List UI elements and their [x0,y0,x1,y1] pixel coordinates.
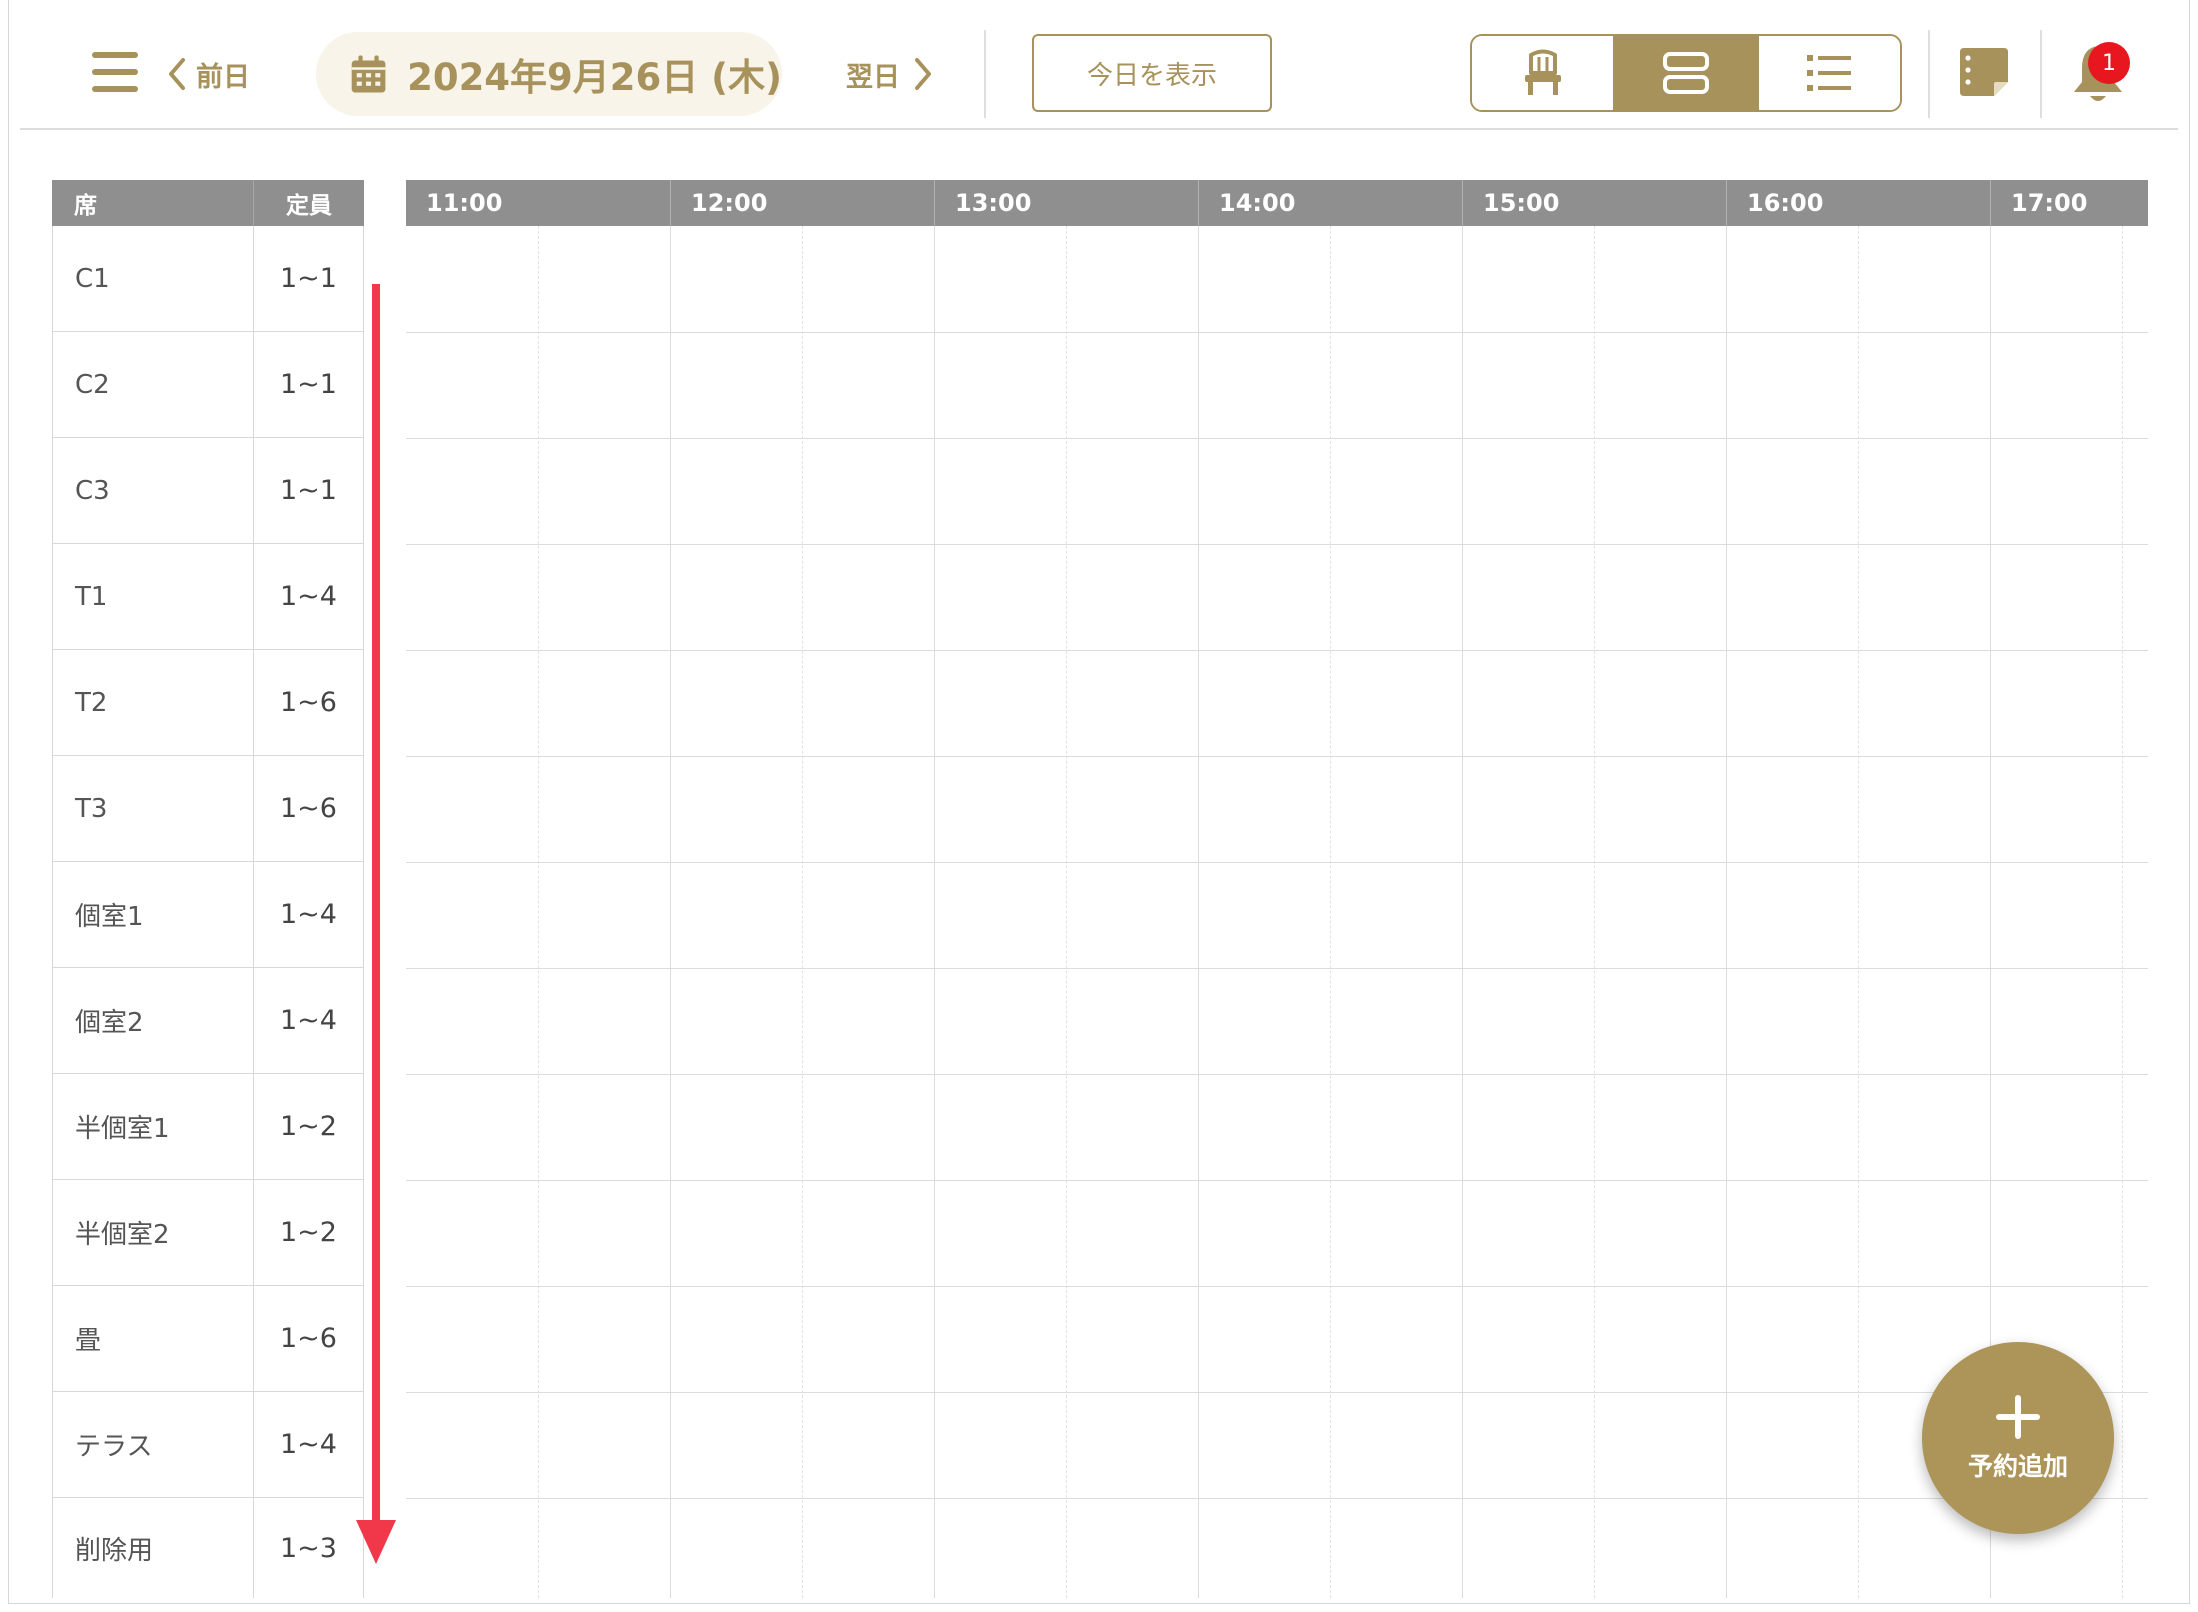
scroll-down-arrow [356,284,396,1564]
prev-day-button[interactable]: 前日 [166,52,250,96]
notification-badge: 1 [2088,42,2130,84]
seat-row[interactable]: 削除用 1~3 [52,1498,364,1598]
seat-row[interactable]: C3 1~1 [52,438,364,544]
seat-row[interactable]: C1 1~1 [52,226,364,332]
chair-icon [1524,49,1561,95]
seat-capacity: 1~4 [254,544,364,649]
seat-rows: C1 1~1 C2 1~1 C3 1~1 T1 1~4 T2 1~6 T3 1~6 個室1 1~4 個室2 1… [52,226,364,1598]
seat-row[interactable]: T1 1~4 [52,544,364,650]
seat-capacity: 1~2 [254,1074,364,1179]
row-gridline [406,650,2148,651]
row-gridline [406,968,2148,969]
seat-name: T1 [52,544,254,649]
seat-name: T2 [52,650,254,755]
timeline-header: 11:00 12:00 13:00 14:00 15:00 16:00 17:00 [406,180,2148,226]
toolbar-divider [1928,30,1930,118]
seat-row[interactable]: 個室2 1~4 [52,968,364,1074]
seat-row[interactable]: テラス 1~4 [52,1392,364,1498]
seat-name: C2 [52,332,254,437]
seat-table: 席 定員 C1 1~1 C2 1~1 C3 1~1 T1 1~4 T2 1~6 T3 1~6 個室1 1~… [52,180,364,1598]
seat-capacity: 1~4 [254,968,364,1073]
row-gridline [406,332,2148,333]
hour-label: 15:00 [1462,180,1726,226]
seat-capacity: 1~1 [254,438,364,543]
menu-icon[interactable] [92,52,138,92]
seat-capacity: 1~1 [254,226,364,331]
seat-capacity: 1~6 [254,1286,364,1391]
hour-label: 13:00 [934,180,1198,226]
seat-view-button[interactable] [1472,36,1614,110]
hour-label: 17:00 [1990,180,2148,226]
seat-name: 個室2 [52,968,254,1073]
current-date: 2024年9月26日 (木) [407,56,782,99]
timeline-icon [1662,52,1709,94]
seat-capacity: 1~4 [254,862,364,967]
seat-row[interactable]: 個室1 1~4 [52,862,364,968]
top-toolbar: 前日 2024年9月26日 (木) 翌日 今日を表示 1 [0,0,2198,130]
row-gridline [406,1286,2148,1287]
show-today-button[interactable]: 今日を表示 [1032,34,1272,112]
add-reservation-button[interactable]: 予約追加 [1922,1342,2114,1534]
hour-label: 11:00 [426,189,503,217]
timeline-view-button[interactable] [1613,36,1757,110]
row-gridline [406,1498,2148,1499]
seat-capacity: 1~6 [254,756,364,861]
seat-row[interactable]: T2 1~6 [52,650,364,756]
calendar-icon [351,55,386,93]
seat-name: T3 [52,756,254,861]
toolbar-divider [2040,30,2042,118]
seat-name: 半個室1 [52,1074,254,1179]
chevron-left-icon [169,58,185,90]
row-gridline [406,438,2148,439]
seat-name: 半個室2 [52,1180,254,1285]
seat-table-header: 席 定員 [52,180,364,226]
memo-icon[interactable] [1956,44,2012,100]
prev-day-label: 前日 [196,61,250,93]
row-gridline [406,544,2148,545]
next-day-label: 翌日 [846,61,900,93]
seat-name: C3 [52,438,254,543]
seat-name: テラス [52,1392,254,1497]
hour-label: 14:00 [1198,180,1462,226]
date-picker-button[interactable]: 2024年9月26日 (木) [316,32,782,116]
seat-capacity: 1~4 [254,1392,364,1497]
header-divider [20,128,2178,130]
view-mode-switcher [1470,34,1902,112]
row-gridline [406,1392,2148,1393]
seat-row[interactable]: 半個室2 1~2 [52,1180,364,1286]
row-gridline [406,862,2148,863]
seat-name: 畳 [52,1286,254,1391]
seat-name: C1 [52,226,254,331]
seat-row[interactable]: C2 1~1 [52,332,364,438]
list-icon [1807,55,1852,91]
seat-row[interactable]: 半個室1 1~2 [52,1074,364,1180]
list-view-button[interactable] [1756,36,1900,110]
seat-name: 個室1 [52,862,254,967]
chevron-right-icon [915,58,931,90]
timeline-body[interactable] [406,226,2148,1598]
row-gridline [406,1180,2148,1181]
seat-row[interactable]: 畳 1~6 [52,1286,364,1392]
seat-name: 削除用 [52,1498,254,1598]
row-gridline [406,756,2148,757]
seat-capacity: 1~1 [254,332,364,437]
toolbar-divider [984,30,986,118]
next-day-button[interactable]: 翌日 [846,52,934,96]
capacity-column-header: 定員 [286,193,332,219]
add-reservation-label: 予約追加 [1967,1452,2068,1481]
seat-capacity: 1~6 [254,650,364,755]
seat-capacity: 1~3 [254,1498,364,1598]
timeline-grid[interactable]: 11:00 12:00 13:00 14:00 15:00 16:00 17:00 [406,180,2148,1598]
plus-icon [1996,1395,2040,1439]
row-gridline [406,1074,2148,1075]
seat-column-header: 席 [52,180,254,226]
seat-capacity: 1~2 [254,1180,364,1285]
seat-row[interactable]: T3 1~6 [52,756,364,862]
hour-label: 16:00 [1726,180,1990,226]
hour-label: 12:00 [670,180,934,226]
